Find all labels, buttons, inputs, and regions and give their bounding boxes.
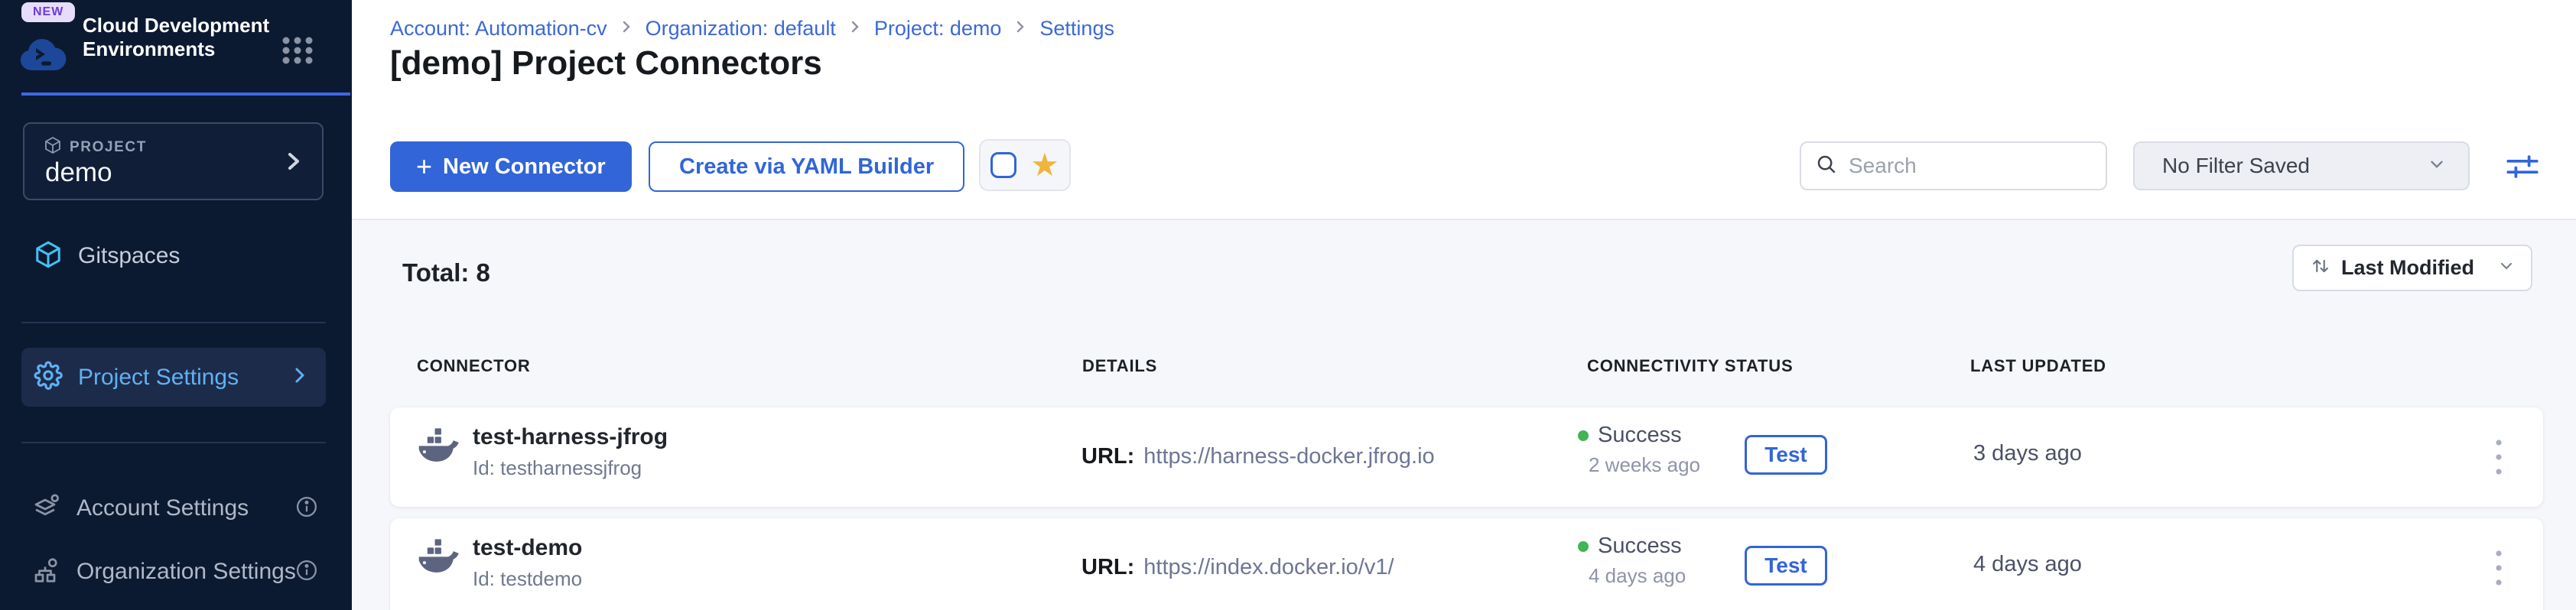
docker-icon	[417, 538, 461, 579]
docker-icon	[417, 427, 461, 468]
sort-arrows-icon	[2311, 256, 2330, 280]
app-grid-icon[interactable]	[281, 37, 314, 68]
sidebar-item-label: Organization Settings	[76, 559, 296, 585]
new-connector-button[interactable]: + New Connector	[390, 141, 632, 192]
search-icon	[1815, 153, 1838, 180]
sidebar-item-project-settings[interactable]: Project Settings	[21, 348, 326, 407]
chevron-right-icon	[848, 17, 862, 41]
chevron-right-icon	[1013, 17, 1027, 41]
gear-icon	[34, 361, 63, 394]
last-updated: 4 days ago	[1973, 552, 2082, 577]
sidebar-divider	[21, 322, 326, 323]
org-chart-gear-icon	[34, 556, 61, 588]
status-text: Success	[1598, 534, 1682, 559]
status-time: 4 days ago	[1589, 564, 1686, 588]
plus-icon: +	[416, 151, 432, 183]
star-icon[interactable]: ★	[1030, 149, 1059, 181]
project-label: PROJECT	[70, 139, 147, 156]
favorite-filter-group: ★	[979, 139, 1071, 191]
row-menu-icon[interactable]	[2482, 429, 2516, 485]
sidebar-item-organization-settings[interactable]: Organization Settings	[21, 547, 326, 596]
status-dot	[1578, 430, 1589, 441]
chevron-down-icon	[2497, 257, 2516, 279]
url-label: URL:	[1081, 555, 1134, 580]
new-connector-label: New Connector	[443, 154, 606, 180]
column-header-connector: CONNECTOR	[417, 356, 531, 376]
sidebar-divider	[21, 442, 326, 443]
gitspaces-cube-icon	[34, 240, 63, 273]
test-button[interactable]: Test	[1745, 546, 1827, 586]
chevron-right-icon	[282, 148, 305, 178]
info-icon[interactable]	[295, 495, 318, 522]
column-header-last-updated: LAST UPDATED	[1970, 356, 2106, 376]
sidebar-item-account-settings[interactable]: Account Settings	[21, 484, 326, 533]
info-icon[interactable]	[295, 559, 318, 586]
app-title: Cloud Development Environments	[83, 14, 289, 61]
breadcrumb-project[interactable]: Project: demo	[874, 17, 1002, 41]
status-text: Success	[1598, 423, 1682, 448]
breadcrumb-account[interactable]: Account: Automation-cv	[390, 17, 607, 41]
search-box	[1800, 141, 2107, 190]
cloud-logo-icon	[18, 34, 69, 77]
connector-name: test-harness-jfrog	[473, 424, 668, 450]
layers-gear-icon	[34, 493, 61, 524]
breadcrumb-settings[interactable]: Settings	[1039, 17, 1114, 41]
connector-row[interactable]: test-demo Id: testdemo URL: https://inde…	[390, 518, 2543, 610]
filter-settings-icon[interactable]	[2503, 147, 2542, 187]
project-selector[interactable]: PROJECT demo	[23, 122, 324, 200]
chevron-right-icon	[291, 365, 309, 390]
connector-id: Id: testdemo	[473, 567, 582, 591]
column-header-connectivity-status: CONNECTIVITY STATUS	[1587, 356, 1793, 376]
logo-underline	[21, 92, 350, 96]
breadcrumb: Account: Automation-cv Organization: def…	[390, 17, 1114, 41]
sidebar: NEW Cloud Development Environments	[0, 0, 352, 610]
row-menu-icon[interactable]	[2482, 540, 2516, 596]
search-input[interactable]	[1849, 154, 2125, 178]
project-cube-icon	[44, 136, 62, 158]
total-count: Total: 8	[402, 258, 490, 287]
url-label: URL:	[1081, 444, 1134, 469]
project-name: demo	[45, 157, 112, 188]
connector-name: test-demo	[473, 535, 582, 561]
saved-filter-value: No Filter Saved	[2162, 154, 2427, 178]
connector-row[interactable]: test-harness-jfrog Id: testharnessjfrog …	[390, 407, 2543, 507]
test-button[interactable]: Test	[1745, 435, 1827, 475]
sort-value: Last Modified	[2341, 256, 2487, 280]
chevron-down-icon	[2427, 154, 2447, 178]
sidebar-item-label: Account Settings	[76, 495, 249, 521]
status-time: 2 weeks ago	[1589, 453, 1700, 477]
create-via-yaml-builder-button[interactable]: Create via YAML Builder	[649, 141, 964, 192]
page-title: [demo] Project Connectors	[390, 44, 822, 83]
connector-list-area: Total: 8 Last Modified CONNECTOR DETAILS…	[352, 220, 2576, 610]
saved-filter-dropdown[interactable]: No Filter Saved	[2133, 141, 2470, 190]
favorite-checkbox[interactable]	[990, 152, 1016, 178]
sidebar-item-label: Gitspaces	[78, 243, 180, 269]
main-area: Account: Automation-cv Organization: def…	[352, 0, 2576, 610]
url-value: https://harness-docker.jfrog.io	[1143, 444, 1434, 469]
sidebar-item-gitspaces[interactable]: Gitspaces	[21, 232, 326, 281]
status-dot	[1578, 541, 1589, 552]
yaml-builder-label: Create via YAML Builder	[679, 154, 934, 180]
last-updated: 3 days ago	[1973, 441, 2082, 466]
breadcrumb-organization[interactable]: Organization: default	[646, 17, 836, 41]
page: NEW Cloud Development Environments	[0, 0, 2576, 610]
connector-id: Id: testharnessjfrog	[473, 456, 642, 480]
sort-dropdown[interactable]: Last Modified	[2292, 245, 2532, 291]
new-badge: NEW	[21, 2, 75, 22]
sidebar-item-label: Project Settings	[78, 365, 239, 391]
column-header-details: DETAILS	[1082, 356, 1157, 376]
chevron-right-icon	[620, 17, 633, 41]
url-value: https://index.docker.io/v1/	[1143, 555, 1394, 580]
